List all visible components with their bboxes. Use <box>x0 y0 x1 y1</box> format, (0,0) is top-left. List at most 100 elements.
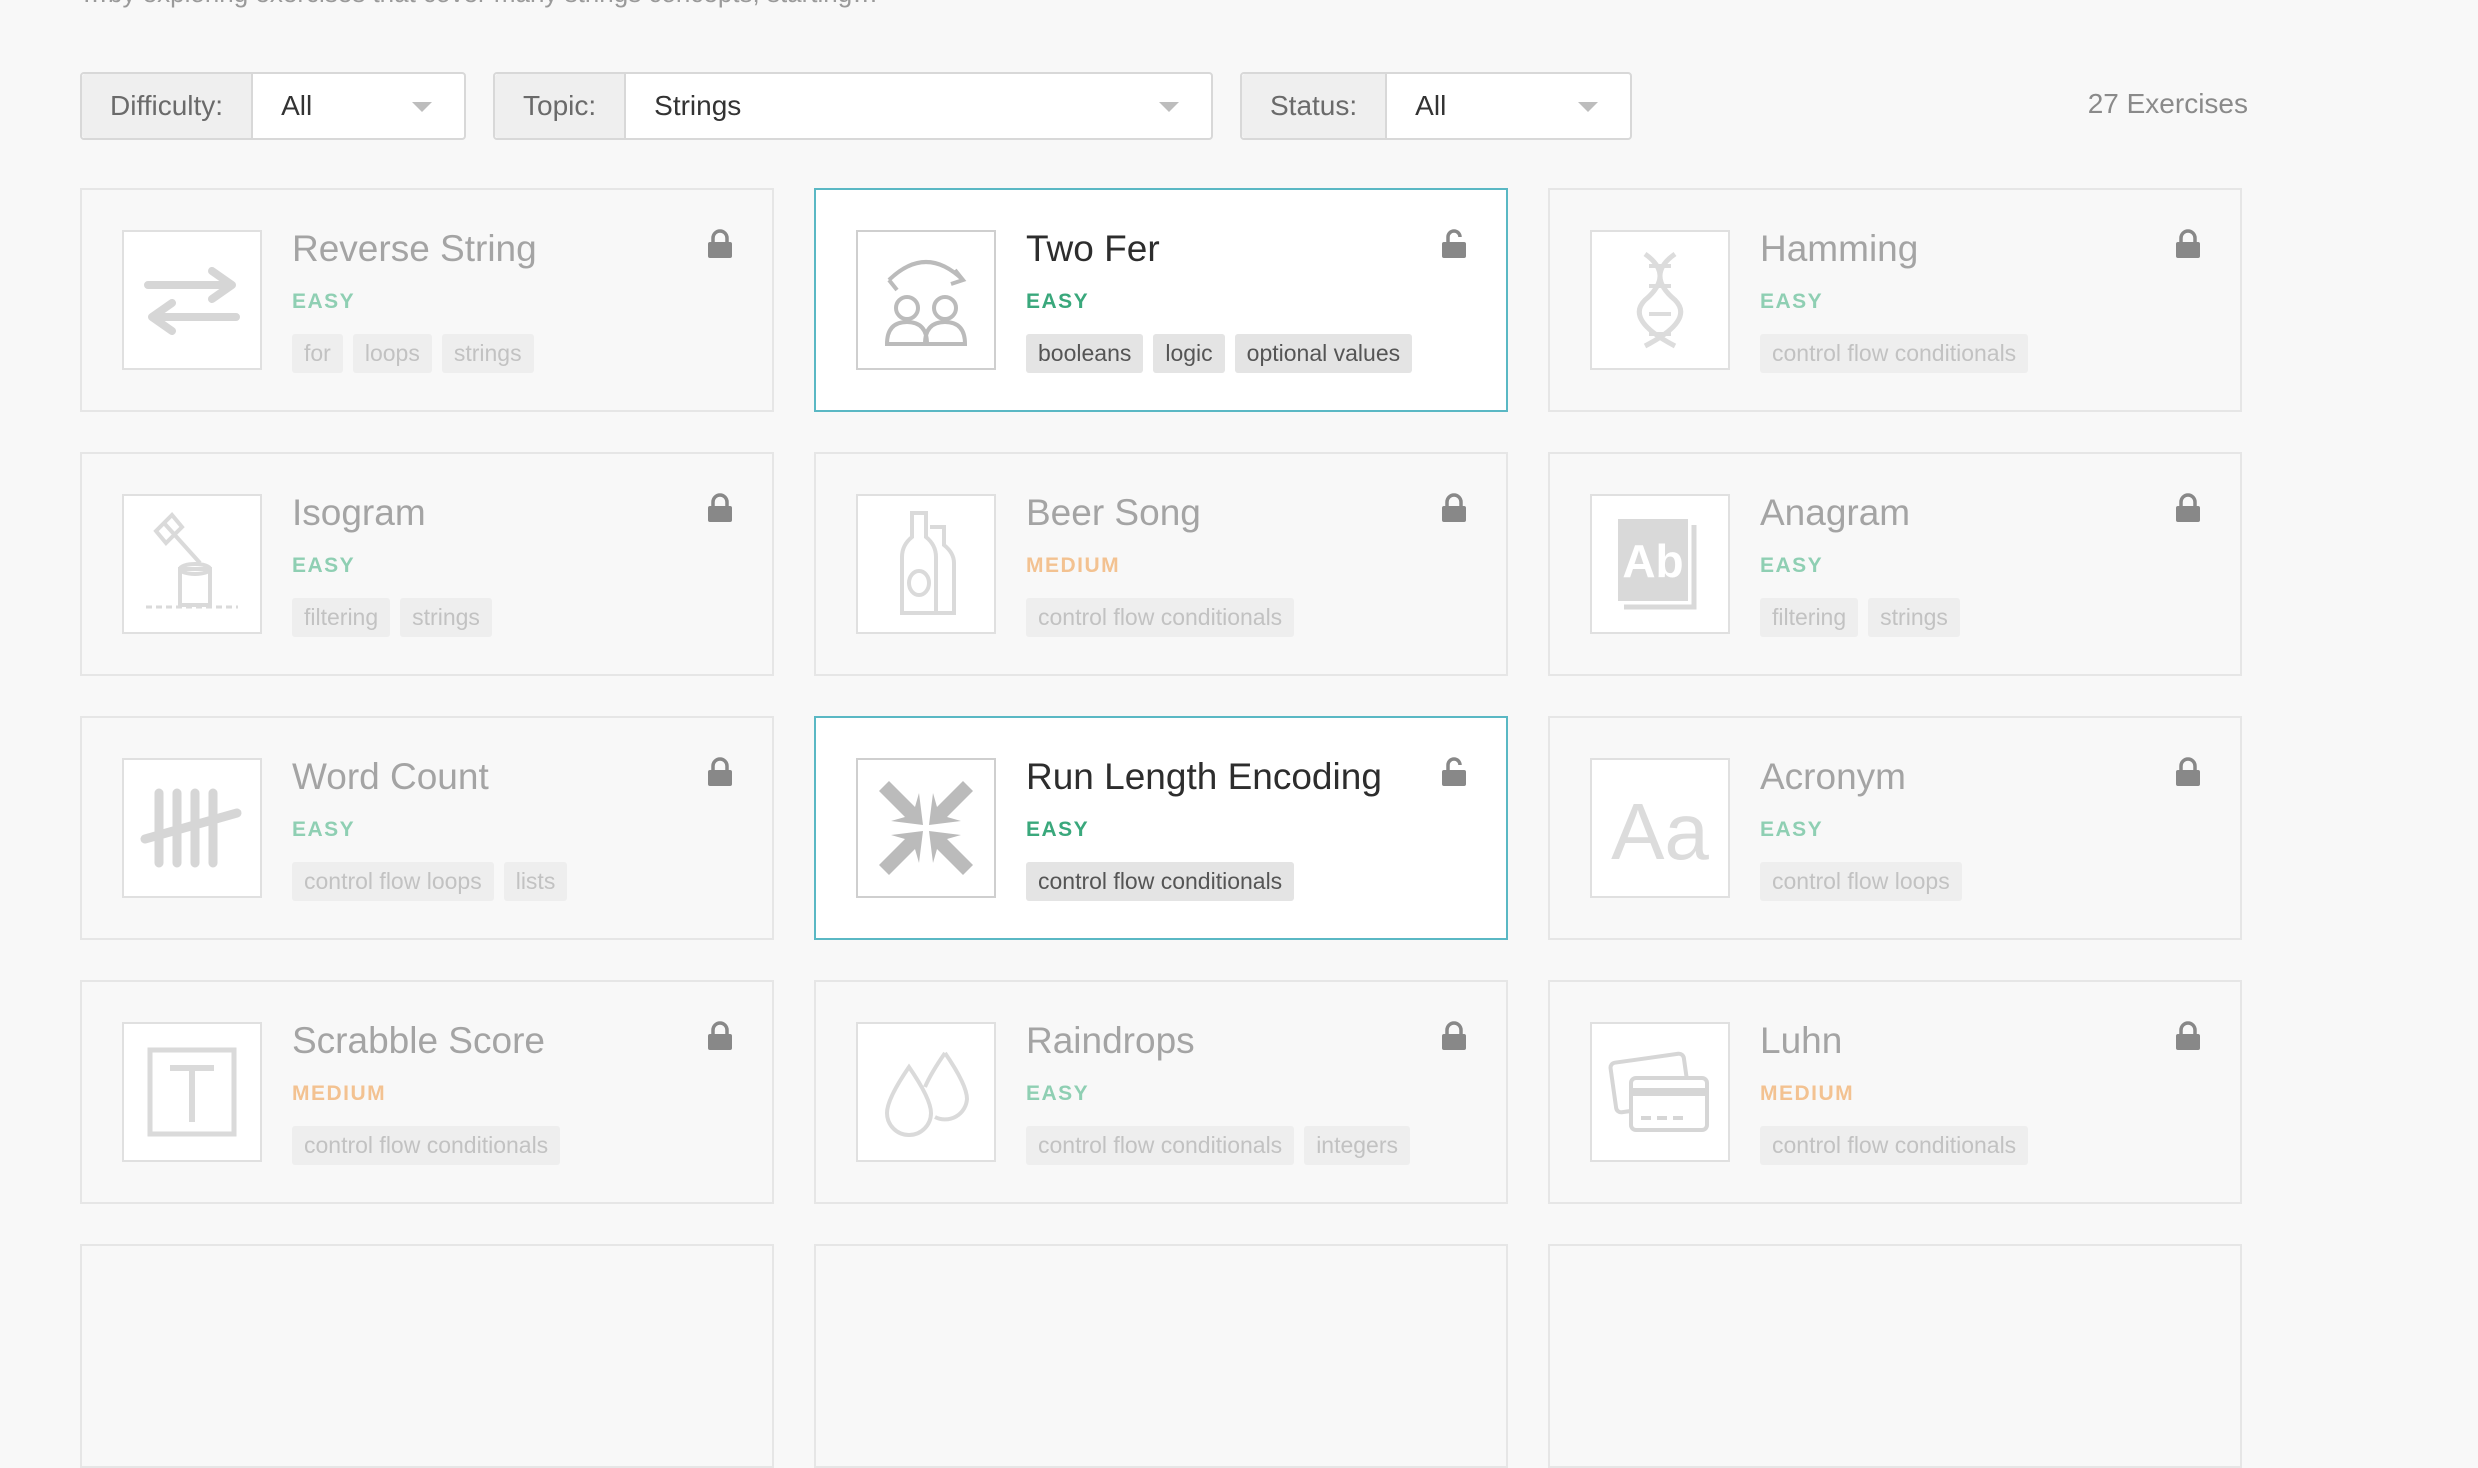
tag-list: control flow conditionals <box>1760 1126 2029 1165</box>
lock-icon <box>706 1020 734 1052</box>
filter-bar: Difficulty: All Topic: Strings Status: A… <box>80 72 2398 140</box>
exercise-title[interactable]: Anagram <box>1760 492 1910 534</box>
difficulty-badge: EASY <box>292 818 356 841</box>
tag-list: control flow conditionals <box>1026 598 1295 637</box>
difficulty-badge: MEDIUM <box>1760 1082 1855 1105</box>
topic-filter[interactable]: Topic: Strings <box>493 72 1213 140</box>
svg-text:Ab: Ab <box>1622 535 1683 587</box>
exercise-card[interactable]: Ab Anagram EASY filtering strings <box>1548 452 2242 676</box>
exercise-title[interactable]: Word Count <box>292 756 489 798</box>
exercise-count: 27 Exercises <box>2087 88 2248 119</box>
topic-tag: strings <box>441 334 534 373</box>
tag-list: control flow conditionals <box>1760 334 2029 373</box>
exercise-card[interactable]: Raindrops EASY control flow conditionals in… <box>814 980 1508 1204</box>
intro-text: …by exploring exercises that cover many … <box>82 0 878 9</box>
arrows-swap-icon <box>122 230 262 370</box>
exercise-title[interactable]: Reverse String <box>292 228 537 270</box>
exercise-title[interactable]: Run Length Encoding <box>1026 756 1382 798</box>
tag-list: for loops strings <box>292 334 534 373</box>
compress-arrows-icon <box>856 758 996 898</box>
letter-tile-icon <box>122 1022 262 1162</box>
lock-icon <box>706 228 734 260</box>
difficulty-badge: EASY <box>1760 290 1824 313</box>
topic-tag: filtering <box>1760 598 1859 637</box>
exercise-card[interactable]: Two Fer EASY booleans logic optional values <box>814 188 1508 412</box>
topic-tag: for <box>292 334 343 373</box>
lock-icon <box>2174 228 2202 260</box>
topic-tag: control flow loops <box>1760 862 1962 901</box>
exercise-title[interactable]: Beer Song <box>1026 492 1201 534</box>
exercise-card[interactable]: Isogram EASY filtering strings <box>80 452 774 676</box>
difficulty-badge: EASY <box>1760 554 1824 577</box>
exercise-title[interactable]: Raindrops <box>1026 1020 1195 1062</box>
topic-tag: control flow conditionals <box>1026 862 1295 901</box>
lock-icon <box>1440 492 1468 524</box>
tag-list: booleans logic optional values <box>1026 334 1413 373</box>
topic-tag: control flow conditionals <box>1760 334 2029 373</box>
tag-list: control flow conditionals <box>292 1126 561 1165</box>
exercise-title[interactable]: Scrabble Score <box>292 1020 545 1062</box>
exercise-card-partial[interactable] <box>80 1244 774 1468</box>
exercise-card[interactable]: Aa Acronym EASY control flow loops <box>1548 716 2242 940</box>
chevron-down-icon <box>1578 102 1598 112</box>
topic-tag: control flow loops <box>292 862 494 901</box>
dna-icon <box>1590 230 1730 370</box>
difficulty-badge: EASY <box>1026 1082 1090 1105</box>
tag-list: filtering strings <box>1760 598 1960 637</box>
difficulty-badge: EASY <box>1026 818 1090 841</box>
axe-stump-icon <box>122 494 262 634</box>
lock-icon <box>2174 1020 2202 1052</box>
status-select[interactable]: All <box>1387 74 1630 138</box>
status-filter-label: Status: <box>1242 74 1388 138</box>
topic-filter-label: Topic: <box>495 74 627 138</box>
topic-tag: integers <box>1304 1126 1411 1165</box>
exercise-card[interactable]: Luhn MEDIUM control flow conditionals <box>1548 980 2242 1204</box>
ab-book-icon: Ab <box>1590 494 1730 634</box>
svg-text:Aa: Aa <box>1611 787 1709 873</box>
exercise-title[interactable]: Acronym <box>1760 756 1906 798</box>
exercise-title[interactable]: Isogram <box>292 492 426 534</box>
exercise-card[interactable]: Beer Song MEDIUM control flow conditionals <box>814 452 1508 676</box>
exercise-card[interactable]: Hamming EASY control flow conditionals <box>1548 188 2242 412</box>
bottles-icon <box>856 494 996 634</box>
exercise-card[interactable]: Scrabble Score MEDIUM control flow conditi… <box>80 980 774 1204</box>
difficulty-badge: EASY <box>1760 818 1824 841</box>
lock-icon <box>1440 1020 1468 1052</box>
credit-cards-icon <box>1590 1022 1730 1162</box>
difficulty-select[interactable]: All <box>253 74 464 138</box>
exercise-card-partial[interactable] <box>814 1244 1508 1468</box>
difficulty-badge: MEDIUM <box>292 1082 387 1105</box>
exercise-title[interactable]: Hamming <box>1760 228 1918 270</box>
topic-tag: strings <box>400 598 492 637</box>
difficulty-filter[interactable]: Difficulty: All <box>80 72 466 140</box>
difficulty-select-value: All <box>281 90 313 121</box>
topic-tag: control flow conditionals <box>1026 1126 1295 1165</box>
lock-icon <box>706 756 734 788</box>
lock-icon <box>706 492 734 524</box>
exercise-title[interactable]: Luhn <box>1760 1020 1842 1062</box>
chevron-down-icon <box>412 102 432 112</box>
exercise-card-partial[interactable] <box>1548 1244 2242 1468</box>
topic-tag: filtering <box>292 598 391 637</box>
topic-tag: optional values <box>1234 334 1413 373</box>
tally-marks-icon <box>122 758 262 898</box>
tag-list: control flow loops lists <box>292 862 568 901</box>
topic-tag: logic <box>1153 334 1225 373</box>
topic-tag: lists <box>503 862 568 901</box>
topic-select-value: Strings <box>654 90 742 121</box>
exercise-card[interactable]: Reverse String EASY for loops strings <box>80 188 774 412</box>
topic-tag: strings <box>1868 598 1960 637</box>
unlock-icon <box>1440 756 1468 788</box>
tag-list: control flow conditionals integers <box>1026 1126 1411 1165</box>
topic-tag: booleans <box>1026 334 1144 373</box>
topic-select[interactable]: Strings <box>626 74 1211 138</box>
exercise-title[interactable]: Two Fer <box>1026 228 1160 270</box>
status-select-value: All <box>1415 90 1447 121</box>
topic-tag: control flow conditionals <box>1026 598 1295 637</box>
exercise-card[interactable]: Run Length Encoding EASY control flow cond… <box>814 716 1508 940</box>
raindrops-icon <box>856 1022 996 1162</box>
status-filter[interactable]: Status: All <box>1240 72 1632 140</box>
lock-icon <box>2174 756 2202 788</box>
exercise-card[interactable]: Word Count EASY control flow loops lists <box>80 716 774 940</box>
two-people-icon <box>856 230 996 370</box>
